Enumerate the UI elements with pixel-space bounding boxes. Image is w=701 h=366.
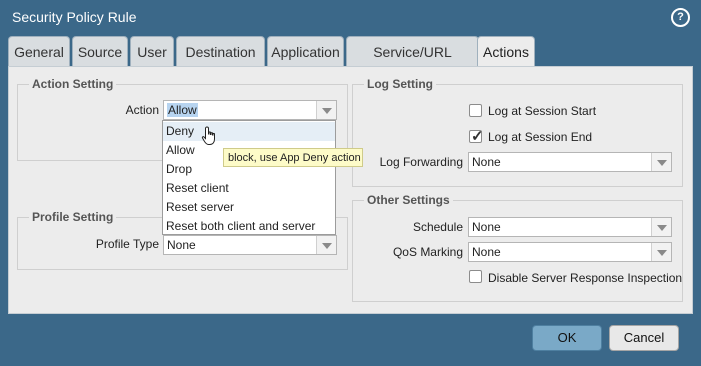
log-at-session-start-checkbox[interactable] [469,104,482,117]
action-select-arrow[interactable] [316,101,336,119]
tab-destination[interactable]: Destination [176,36,265,66]
log-forwarding-arrow[interactable] [651,153,671,171]
chevron-down-icon [322,243,332,249]
security-policy-rule-dialog: Security Policy Rule ? General Source Us… [0,0,701,366]
qos-marking-select[interactable]: None [468,242,672,262]
ok-button[interactable]: OK [532,325,602,351]
chevron-down-icon [657,250,667,256]
schedule-label: Schedule [412,220,463,234]
profile-type-label: Profile Type [95,237,159,251]
chevron-down-icon [657,225,667,231]
action-option-reset-client[interactable]: Reset client [163,179,335,198]
cancel-button[interactable]: Cancel [609,325,679,351]
action-setting-legend: Action Setting [29,77,117,91]
action-select-value: Allow [167,103,198,117]
tab-source[interactable]: Source [72,36,128,66]
log-at-session-end-checkbox[interactable]: ✓ [469,128,484,145]
dialog-titlebar: Security Policy Rule ? [0,0,701,34]
action-option-reset-both[interactable]: Reset both client and server [163,217,335,236]
action-select[interactable]: Allow [163,100,337,120]
disable-server-response-inspection-checkbox[interactable] [469,270,482,283]
profile-type-value: None [167,238,196,252]
help-icon[interactable]: ? [671,8,690,27]
action-option-deny[interactable]: Deny [163,122,335,141]
action-option-reset-server[interactable]: Reset server [163,198,335,217]
qos-marking-label: QoS Marking [392,245,463,259]
profile-setting-legend: Profile Setting [29,210,117,224]
dialog-title: Security Policy Rule [12,9,137,25]
tab-application[interactable]: Application [267,36,344,66]
action-label: Action [125,103,159,117]
schedule-arrow[interactable] [651,218,671,236]
tab-user[interactable]: User [130,36,174,66]
log-forwarding-select[interactable]: None [468,152,672,172]
hand-cursor-icon [201,126,215,145]
other-settings-legend: Other Settings [364,193,453,207]
qos-marking-arrow[interactable] [651,243,671,261]
qos-marking-value: None [472,245,501,259]
schedule-select[interactable]: None [468,217,672,237]
tab-general[interactable]: General [8,36,70,66]
schedule-value: None [472,220,501,234]
actions-panel: Action Setting Action Allow Profile Sett… [8,66,693,314]
profile-type-arrow[interactable] [316,236,336,254]
checkmark-icon: ✓ [471,128,484,145]
tab-actions[interactable]: Actions [477,36,535,67]
log-setting-legend: Log Setting [364,77,436,91]
tab-service-url-category[interactable]: Service/URL Category [346,36,479,90]
log-at-session-start-label: Log at Session Start [488,104,597,118]
chevron-down-icon [657,160,667,166]
log-at-session-end-label: Log at Session End [488,130,593,144]
disable-server-response-inspection-label: Disable Server Response Inspection [488,271,683,285]
action-dropdown-list[interactable]: Deny Allow Drop Reset client Reset serve… [162,120,336,235]
chevron-down-icon [322,108,332,114]
action-option-tooltip: block, use App Deny action [223,148,363,167]
log-forwarding-label: Log Forwarding [379,155,463,169]
log-forwarding-value: None [472,155,501,169]
profile-type-select[interactable]: None [163,235,337,255]
